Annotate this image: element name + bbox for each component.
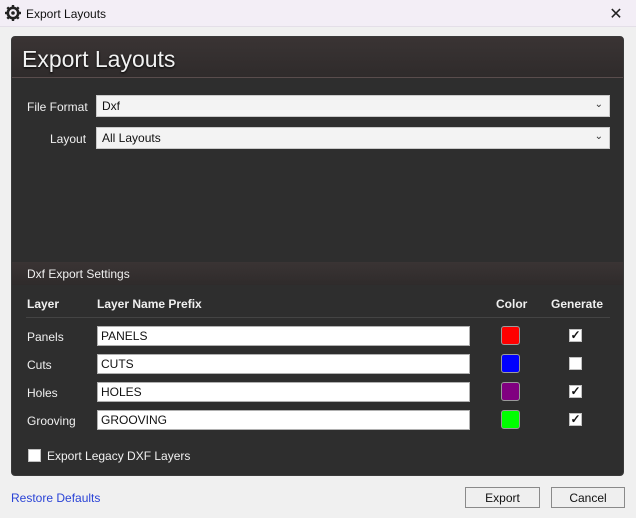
color-swatch[interactable] — [501, 382, 520, 401]
restore-defaults-link[interactable]: Restore Defaults — [11, 491, 100, 505]
col-layer: Layer — [27, 297, 60, 311]
gear-icon — [5, 5, 21, 21]
layer-name: Cuts — [27, 358, 52, 372]
window-title: Export Layouts — [26, 7, 107, 21]
legacy-checkbox[interactable] — [28, 449, 41, 462]
close-icon[interactable]: ✕ — [596, 0, 636, 27]
layout-label: Layout — [50, 132, 87, 146]
layer-name: Panels — [27, 330, 64, 344]
file-format-select[interactable]: Dxf ⌄ — [96, 95, 610, 117]
export-panel: Export Layouts File Format Dxf ⌄ Layout … — [11, 36, 624, 476]
cancel-button[interactable]: Cancel — [551, 487, 625, 508]
prefix-value: PANELS — [101, 329, 148, 343]
section-title: Dxf Export Settings — [27, 267, 130, 281]
col-generate: Generate — [551, 297, 604, 311]
col-color: Color — [496, 297, 528, 311]
prefix-input[interactable]: PANELS — [97, 326, 470, 346]
layout-value: All Layouts — [102, 131, 161, 145]
header-divider — [26, 317, 610, 318]
layer-name: Holes — [27, 386, 58, 400]
prefix-value: GROOVING — [101, 413, 168, 427]
dxf-settings-header: Dxf Export Settings — [12, 262, 623, 285]
color-swatch[interactable] — [501, 410, 520, 429]
chevron-down-icon: ⌄ — [594, 131, 603, 142]
page-title: Export Layouts — [22, 46, 176, 72]
prefix-value: CUTS — [101, 357, 134, 371]
generate-checkbox[interactable]: ✓ — [569, 385, 582, 398]
file-format-value: Dxf — [102, 99, 120, 113]
file-format-label: File Format — [27, 100, 88, 114]
generate-checkbox[interactable]: ✓ — [569, 329, 582, 342]
layout-select[interactable]: All Layouts ⌄ — [96, 127, 610, 149]
prefix-input[interactable]: GROOVING — [97, 410, 470, 430]
generate-checkbox[interactable]: ✓ — [569, 413, 582, 426]
col-prefix: Layer Name Prefix — [97, 297, 202, 311]
export-button[interactable]: Export — [465, 487, 540, 508]
chevron-down-icon: ⌄ — [594, 99, 603, 110]
generate-checkbox[interactable] — [569, 357, 582, 370]
prefix-input[interactable]: HOLES — [97, 382, 470, 402]
color-swatch[interactable] — [501, 326, 520, 345]
prefix-input[interactable]: CUTS — [97, 354, 470, 374]
legacy-label[interactable]: Export Legacy DXF Layers — [47, 449, 190, 463]
layer-name: Grooving — [27, 414, 76, 428]
title-bar: Export Layouts ✕ — [0, 0, 636, 27]
prefix-value: HOLES — [101, 385, 142, 399]
color-swatch[interactable] — [501, 354, 520, 373]
panel-header: Export Layouts — [12, 37, 623, 78]
